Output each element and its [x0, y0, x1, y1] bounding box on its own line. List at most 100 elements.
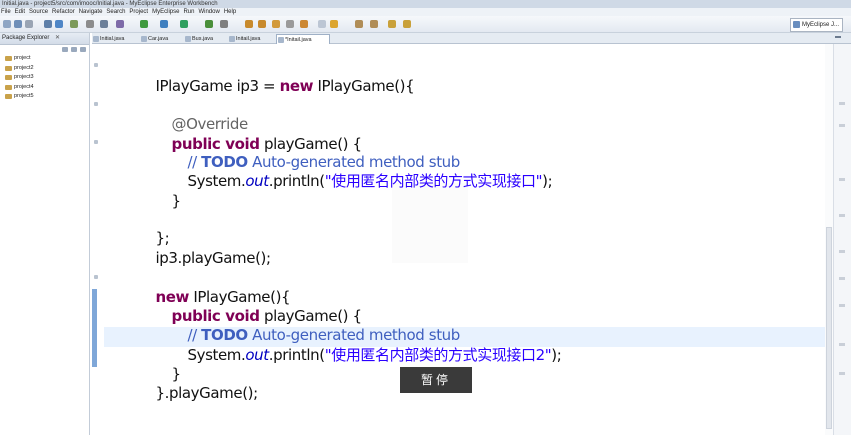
overview-marker[interactable]: [839, 124, 845, 127]
debug-icon[interactable]: [70, 20, 78, 28]
task-marker-icon: [94, 275, 98, 279]
tree-item-label: project: [14, 55, 31, 61]
main-toolbar: [0, 16, 851, 33]
new-class-icon[interactable]: [205, 20, 213, 28]
overview-marker[interactable]: [839, 214, 845, 217]
folder-icon: [5, 84, 12, 90]
view-menu-icon[interactable]: [80, 47, 86, 52]
folder-icon: [5, 94, 12, 100]
overview-marker[interactable]: [839, 102, 845, 105]
tab-initail-java-active[interactable]: *Initail.java: [276, 34, 330, 44]
package-explorer-title: Package Explorer: [2, 35, 50, 41]
menu-file[interactable]: File: [1, 8, 11, 16]
folder-icon: [5, 65, 12, 71]
search-icon[interactable]: [220, 20, 228, 28]
run-config-icon[interactable]: [180, 20, 188, 28]
tab-initial-java[interactable]: Initial.java: [92, 34, 138, 44]
code-line: System.out.println("使用匿名内部类的方式实现接口");: [187, 172, 553, 190]
tree-item-label: project3: [14, 74, 34, 80]
tab-label: Initial.java: [100, 36, 125, 42]
tree-item-label: project5: [14, 93, 34, 99]
package-explorer-tab[interactable]: Package Explorer ✕: [0, 33, 89, 45]
tree-item-label: project4: [14, 83, 34, 90]
print-icon[interactable]: [25, 20, 33, 28]
tree-item-label: project2: [14, 64, 34, 71]
link-editor-icon[interactable]: [71, 47, 77, 52]
overview-marker[interactable]: [839, 372, 845, 375]
toggle-mark-icon[interactable]: [272, 20, 280, 28]
menu-edit[interactable]: Edit: [15, 8, 25, 16]
pen-icon[interactable]: [286, 20, 294, 28]
change-bar: [92, 289, 97, 367]
override-marker-icon: [94, 102, 98, 106]
tree-item-project[interactable]: project: [0, 54, 89, 64]
menu-source[interactable]: Source: [29, 8, 48, 16]
tab-label: Car.java: [148, 36, 169, 42]
overview-marker[interactable]: [839, 250, 845, 253]
scrollbar-thumb[interactable]: [826, 227, 832, 429]
tree-item-project2[interactable]: project2: [0, 64, 89, 74]
package-explorer-panel: Package Explorer ✕ project project2 proj…: [0, 33, 90, 435]
menu-help[interactable]: Help: [224, 8, 236, 16]
tab-initail-java[interactable]: Initail.java: [228, 34, 274, 44]
menu-project[interactable]: Project: [129, 8, 148, 16]
close-icon[interactable]: ✕: [55, 33, 60, 44]
next-annotation-icon[interactable]: [355, 20, 363, 28]
overview-marker[interactable]: [839, 343, 845, 346]
java-file-icon: [93, 36, 99, 42]
open-type-icon[interactable]: [245, 20, 253, 28]
perspective-label: MyEclipse J...: [801, 22, 839, 28]
back-icon[interactable]: [388, 20, 396, 28]
run-icon[interactable]: [140, 20, 148, 28]
minimize-icon[interactable]: [835, 36, 841, 38]
java-file-icon: [185, 36, 191, 42]
menu-window[interactable]: Window: [198, 8, 219, 16]
block-select-icon[interactable]: [318, 20, 326, 28]
db-icon[interactable]: [116, 20, 124, 28]
folder-icon: [5, 75, 12, 81]
java-file-icon: [141, 36, 147, 42]
overview-ruler: [833, 44, 851, 435]
tab-bus-java[interactable]: Bus.java: [184, 34, 226, 44]
tree-item-project3[interactable]: project3: [0, 73, 89, 83]
collapse-all-icon[interactable]: [62, 47, 68, 52]
save-icon[interactable]: [14, 20, 22, 28]
perspective-switcher[interactable]: MyEclipse J...: [789, 18, 843, 32]
tab-label: Bus.java: [192, 36, 214, 42]
browser-icon[interactable]: [55, 20, 63, 28]
perspective-icon: [792, 21, 800, 28]
tab-label: *Initail.java: [285, 37, 312, 43]
server-icon[interactable]: [44, 20, 52, 28]
menu-bar: File Edit Source Refactor Navigate Searc…: [0, 8, 851, 16]
java-file-icon: [229, 36, 235, 42]
pause-button[interactable]: 暂停: [400, 367, 472, 393]
annotation-icon[interactable]: [300, 20, 308, 28]
gear-icon[interactable]: [100, 20, 108, 28]
menu-refactor[interactable]: Refactor: [52, 8, 75, 16]
deploy-icon[interactable]: [86, 20, 94, 28]
forward-icon[interactable]: [403, 20, 411, 28]
new-icon[interactable]: [3, 20, 11, 28]
window-title: Initial.java - project5/src/com/imooc/In…: [0, 0, 851, 8]
menu-myeclipse[interactable]: MyEclipse: [152, 8, 179, 16]
prev-annotation-icon[interactable]: [370, 20, 378, 28]
vertical-scrollbar[interactable]: [825, 44, 833, 435]
editor-tab-bar: Initial.java Car.java Bus.java Initail.j…: [92, 33, 851, 44]
tab-car-java[interactable]: Car.java: [140, 34, 182, 44]
java-file-icon: [278, 37, 284, 43]
menu-navigate[interactable]: Navigate: [79, 8, 103, 16]
code-line: }.playGame();: [155, 384, 258, 402]
open-task-icon[interactable]: [258, 20, 266, 28]
whitespace-icon[interactable]: [330, 20, 338, 28]
tree-item-project4[interactable]: project4: [0, 83, 89, 93]
menu-search[interactable]: Search: [106, 8, 125, 16]
task-marker-icon: [94, 140, 98, 144]
editor-ruler: [92, 44, 102, 435]
menu-run[interactable]: Run: [183, 8, 194, 16]
overview-marker[interactable]: [839, 178, 845, 181]
overview-marker[interactable]: [839, 277, 845, 280]
external-tools-icon[interactable]: [160, 20, 168, 28]
overview-marker[interactable]: [839, 304, 845, 307]
folder-icon: [5, 56, 12, 62]
tree-item-project5[interactable]: project5: [0, 92, 89, 102]
